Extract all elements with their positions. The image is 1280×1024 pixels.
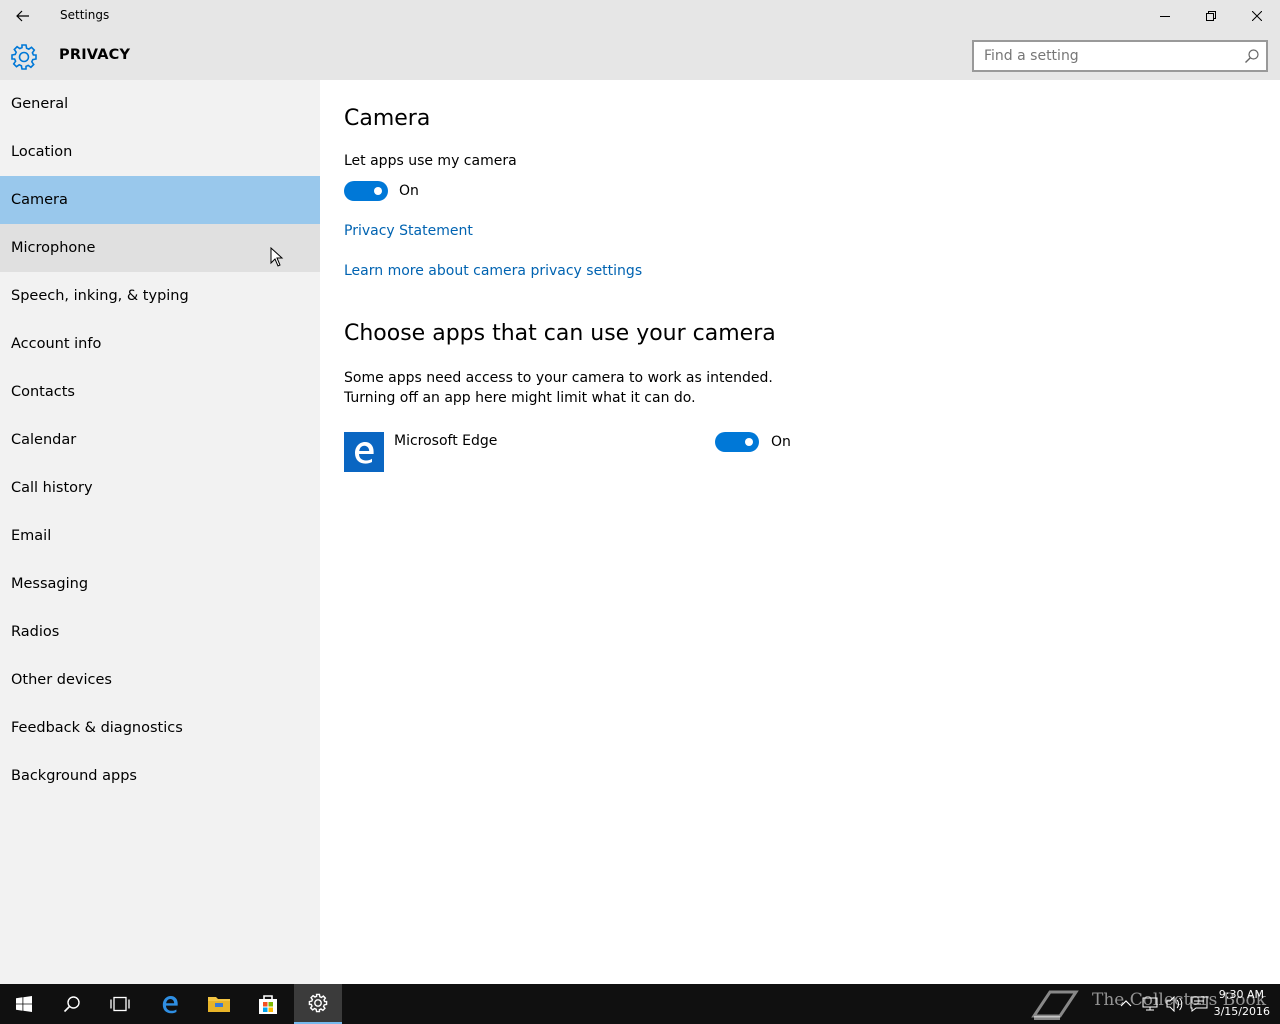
clock-date[interactable]: 3/15/2016 [1210, 1005, 1270, 1018]
apps-description-line1: Some apps need access to your camera to … [344, 370, 773, 386]
learn-more-link[interactable]: Learn more about camera privacy settings [344, 263, 642, 279]
chevron-up-icon[interactable] [1120, 998, 1132, 1008]
taskbar: The Collectors Book 9:30 AM 3/15/2016 [0, 984, 1280, 1024]
search-icon [63, 996, 80, 1013]
main-content: Camera Let apps use my camera On Privacy… [320, 80, 1280, 984]
task-view-icon [110, 996, 130, 1012]
sidebar-item-camera[interactable]: Camera [0, 176, 320, 224]
title-bar: Settings [0, 0, 1280, 32]
sidebar-item-radios[interactable]: Radios [0, 608, 320, 656]
start-button[interactable] [0, 984, 48, 1024]
book-watermark-icon [1031, 990, 1079, 1020]
sidebar-item-messaging[interactable]: Messaging [0, 560, 320, 608]
network-icon[interactable] [1142, 996, 1158, 1012]
minimize-icon [1160, 16, 1170, 17]
window-title: Settings [60, 8, 110, 22]
folder-icon [208, 997, 230, 1012]
sidebar-item-general[interactable]: General [0, 80, 320, 128]
close-icon [1252, 11, 1262, 21]
privacy-statement-link[interactable]: Privacy Statement [344, 223, 473, 239]
toggle-knob [374, 187, 382, 195]
sidebar-item-contacts[interactable]: Contacts [0, 368, 320, 416]
action-center-icon[interactable] [1190, 996, 1208, 1012]
apps-description-line2: Turning off an app here might limit what… [344, 390, 696, 406]
taskbar-edge-button[interactable] [146, 984, 194, 1024]
edge-camera-toggle[interactable] [715, 432, 759, 452]
sidebar-item-email[interactable]: Email [0, 512, 320, 560]
taskbar-store-button[interactable] [244, 984, 292, 1024]
taskbar-file-explorer-button[interactable] [195, 984, 243, 1024]
restore-icon [1206, 11, 1216, 21]
task-view-button[interactable] [96, 984, 144, 1024]
sidebar-item-location[interactable]: Location [0, 128, 320, 176]
gear-icon [308, 993, 328, 1013]
camera-toggle-state: On [399, 183, 419, 199]
volume-icon[interactable] [1166, 996, 1184, 1012]
edge-icon [162, 996, 178, 1014]
sidebar-item-account-info[interactable]: Account info [0, 320, 320, 368]
sidebar-nav: General Location Camera Microphone Speec… [0, 80, 320, 984]
sidebar-item-calendar[interactable]: Calendar [0, 416, 320, 464]
mouse-cursor-icon [270, 247, 284, 267]
restore-button[interactable] [1188, 0, 1234, 32]
back-arrow-icon [16, 10, 29, 22]
search-icon[interactable] [1244, 48, 1260, 64]
taskbar-search-button[interactable] [48, 984, 96, 1024]
sidebar-item-feedback[interactable]: Feedback & diagnostics [0, 704, 320, 752]
sidebar-item-other-devices[interactable]: Other devices [0, 656, 320, 704]
store-icon [259, 995, 277, 1014]
page-section-title: PRIVACY [59, 47, 131, 63]
settings-header: PRIVACY [0, 32, 1280, 80]
windows-logo-icon [16, 996, 32, 1012]
camera-toggle[interactable] [344, 181, 388, 201]
taskbar-settings-button[interactable] [294, 984, 342, 1024]
close-button[interactable] [1234, 0, 1280, 32]
page-title: Camera [344, 106, 431, 131]
clock-time[interactable]: 9:30 AM [1214, 988, 1264, 1001]
search-box[interactable] [972, 40, 1268, 72]
app-name-edge: Microsoft Edge [394, 433, 498, 449]
gear-icon [11, 44, 37, 70]
sidebar-item-background-apps[interactable]: Background apps [0, 752, 320, 800]
minimize-button[interactable] [1142, 0, 1188, 32]
sidebar-item-speech[interactable]: Speech, inking, & typing [0, 272, 320, 320]
search-input[interactable] [974, 42, 1234, 70]
camera-toggle-label: Let apps use my camera [344, 153, 517, 169]
toggle-knob [745, 438, 753, 446]
back-button[interactable] [0, 0, 46, 32]
sidebar-item-call-history[interactable]: Call history [0, 464, 320, 512]
edge-toggle-state: On [771, 434, 791, 450]
edge-icon [344, 432, 384, 472]
apps-heading: Choose apps that can use your camera [344, 321, 776, 346]
